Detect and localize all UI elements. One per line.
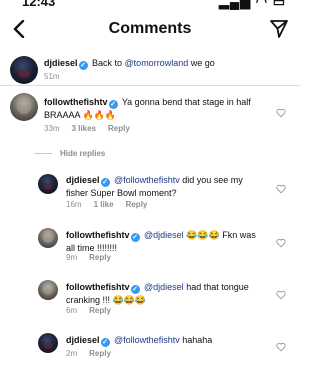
status-icons: ▂▄▆ ◠ ▭ (218, 0, 286, 9)
avatar[interactable] (10, 56, 38, 84)
verified-icon: ✓ (108, 100, 118, 109)
heart-icon[interactable] (276, 290, 286, 300)
reply-mention[interactable]: @djdiesel (144, 282, 184, 292)
reply-text: djdiesel ✓ @followthefishtv did you see m… (66, 174, 266, 199)
caption-text-before: Back to (92, 58, 125, 68)
reply-time: 16m (66, 200, 82, 209)
share-button[interactable] (266, 16, 292, 42)
comments-header: Comments (0, 12, 300, 46)
verified-icon: ✓ (100, 338, 110, 347)
comment-time: 33m (44, 124, 60, 133)
reply-time: 9m (66, 253, 78, 262)
caption-time: 51m (44, 72, 60, 81)
reply-username[interactable]: followthefishtv (66, 230, 130, 240)
reply-text: djdiesel ✓ @followthefishtv hahaha (66, 334, 266, 347)
heart-icon[interactable] (276, 238, 286, 248)
reply-username[interactable]: followthefishtv (66, 282, 130, 292)
reply-mention[interactable]: @followthefishtv (114, 175, 180, 185)
status-time: 12:43 (22, 0, 56, 9)
reply-time: 2m (66, 349, 78, 358)
reply-username[interactable]: djdiesel (66, 335, 100, 345)
page-title: Comments (108, 20, 192, 37)
caption-text-after: we go (188, 58, 215, 68)
reply-mention[interactable]: @djdiesel (144, 230, 184, 240)
reply-meta: 6m Reply (66, 306, 123, 315)
status-bar: 12:43 ▂▄▆ ◠ ▭ (0, 0, 300, 10)
avatar[interactable] (10, 93, 38, 121)
verified-icon: ✓ (130, 233, 140, 242)
reply-button[interactable]: Reply (89, 306, 111, 315)
avatar[interactable] (38, 174, 58, 194)
divider (34, 153, 52, 154)
reply-meta: 9m Reply (66, 253, 123, 262)
verified-icon: ✓ (78, 61, 88, 70)
avatar[interactable] (38, 228, 58, 248)
avatar[interactable] (38, 280, 58, 300)
reply-mention[interactable]: @followthefishtv (114, 335, 180, 345)
hide-replies-label: Hide replies (60, 149, 106, 158)
reply-text: followthefishtv ✓ @djdiesel 😂😂😂 Fkn was a… (66, 229, 266, 254)
reply-meta: 2m Reply (66, 349, 123, 358)
verified-icon: ✓ (100, 178, 110, 187)
reply-button[interactable]: Reply (89, 349, 111, 358)
reply-text: followthefishtv ✓ @djdiesel had that tong… (66, 281, 266, 306)
post-caption: djdiesel ✓ Back to @tomorrowland we go 51… (0, 50, 300, 86)
divider (0, 85, 300, 86)
send-icon (270, 20, 288, 38)
caption-text: djdiesel ✓ Back to @tomorrowland we go (44, 57, 284, 70)
heart-icon[interactable] (276, 108, 286, 118)
caption-username[interactable]: djdiesel (44, 58, 78, 68)
comment-likes[interactable]: 3 likes (72, 124, 96, 133)
heart-icon[interactable] (276, 184, 286, 194)
reply-time: 6m (66, 306, 78, 315)
caption-meta: 51m (44, 72, 72, 81)
comment-username[interactable]: followthefishtv (44, 97, 108, 107)
reply-likes[interactable]: 1 like (94, 200, 114, 209)
heart-icon[interactable] (276, 342, 286, 352)
reply-button[interactable]: Reply (89, 253, 111, 262)
comment-text: followthefishtv ✓ Ya gonna bend that stag… (44, 96, 264, 121)
reply-button[interactable]: Reply (108, 124, 130, 133)
reply-meta: 16m 1 like Reply (66, 200, 159, 209)
verified-icon: ✓ (130, 285, 140, 294)
reply-username[interactable]: djdiesel (66, 175, 100, 185)
comment-meta: 33m 3 likes Reply (44, 124, 142, 133)
hide-replies-button[interactable]: Hide replies (34, 149, 105, 158)
avatar[interactable] (38, 333, 58, 353)
reply-body: hahaha (182, 335, 213, 345)
caption-mention[interactable]: @tomorrowland (125, 58, 189, 68)
reply-button[interactable]: Reply (126, 200, 148, 209)
